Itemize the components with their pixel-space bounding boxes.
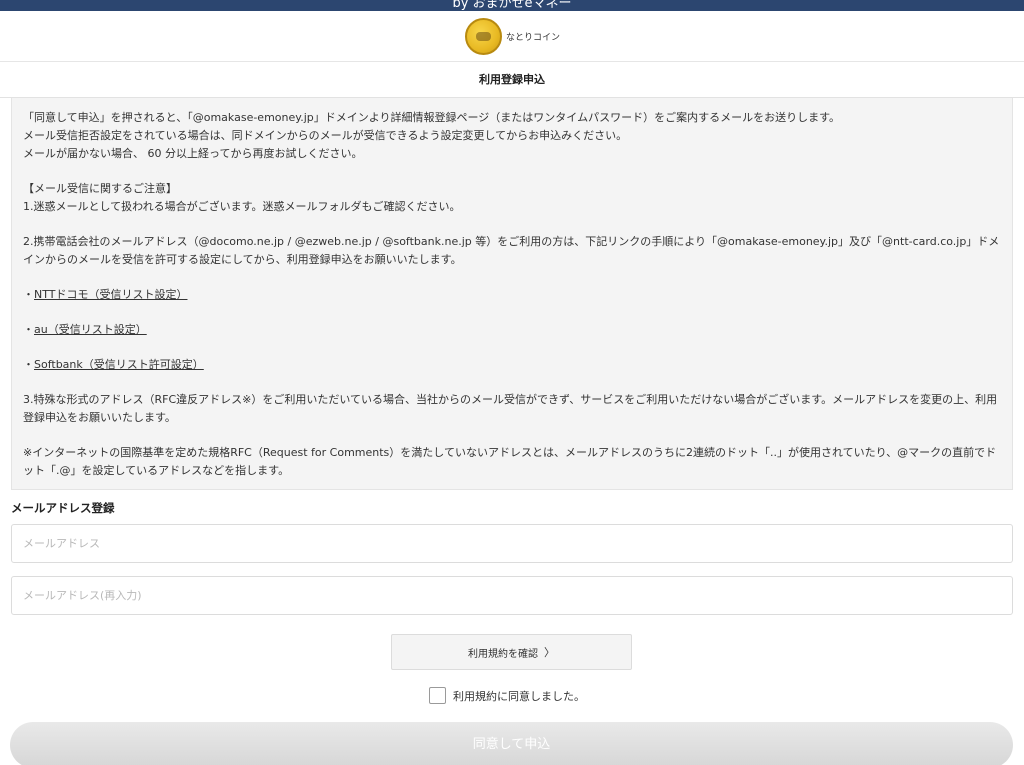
bullet: ・ [23, 323, 34, 336]
view-terms-label: 利用規約を確認 [468, 648, 538, 660]
page-title: 利用登録申込 [0, 62, 1024, 98]
caution-item-2: 2.携帯電話会社のメールアドレス（@docomo.ne.jp / @ezweb.… [23, 235, 1000, 266]
email-confirm-input[interactable] [11, 576, 1013, 615]
brand-name: なとりコイン [506, 33, 561, 43]
top-bar-text: by おまかせeマネー [452, 0, 572, 11]
brand-header: なとりコイン [0, 11, 1024, 62]
agree-terms-label: 利用規約に同意しました。 [453, 689, 585, 703]
caution-heading: 【メール受信に関するご注意】 [23, 182, 177, 195]
caution-item-3: 3.特殊な形式のアドレス（RFC違反アドレス※）をご利用いただいている場合、当社… [23, 393, 998, 424]
agree-submit-button[interactable]: 同意して申込 [10, 722, 1013, 765]
notice-intro-3: メールが届かない場合、 60 分以上経ってから再度お試しください。 [23, 147, 363, 160]
link-row-au: ・au（受信リスト設定） [23, 321, 1001, 339]
top-brand-bar: by おまかせeマネー [0, 0, 1024, 11]
brand-logo-group[interactable]: なとりコイン [465, 18, 560, 55]
docomo-link[interactable]: NTTドコモ（受信リスト設定） [34, 288, 187, 301]
gold-coin-logo-icon [465, 18, 502, 55]
caution-item-1: 1.迷惑メールとして扱われる場合がございます。迷惑メールフォルダもご確認ください… [23, 200, 461, 213]
bullet: ・ [23, 358, 34, 371]
au-link[interactable]: au（受信リスト設定） [34, 323, 147, 336]
chevron-right-icon: 〉 [544, 646, 555, 659]
link-row-softbank: ・Softbank（受信リスト許可設定） [23, 356, 1001, 374]
rfc-footnote: ※インターネットの国際基準を定めた規格RFC（Request for Comme… [23, 446, 997, 477]
agree-terms-row[interactable]: 利用規約に同意しました。 [429, 687, 585, 704]
agree-terms-checkbox[interactable] [429, 687, 446, 704]
notice-intro-1: 「同意して申込」を押されると、「@omakase-emoney.jp」ドメインよ… [23, 111, 840, 124]
view-terms-button[interactable]: 利用規約を確認 〉 [391, 634, 632, 670]
link-row-docomo: ・NTTドコモ（受信リスト設定） [23, 286, 1001, 304]
bullet: ・ [23, 288, 34, 301]
email-input[interactable] [11, 524, 1013, 563]
email-section-label: メールアドレス登録 [11, 501, 115, 515]
email-notice-panel: 「同意して申込」を押されると、「@omakase-emoney.jp」ドメインよ… [11, 98, 1013, 490]
notice-intro-2: メール受信拒否設定をされている場合は、同ドメインからのメールが受信できるよう設定… [23, 129, 628, 142]
softbank-link[interactable]: Softbank（受信リスト許可設定） [34, 358, 204, 371]
